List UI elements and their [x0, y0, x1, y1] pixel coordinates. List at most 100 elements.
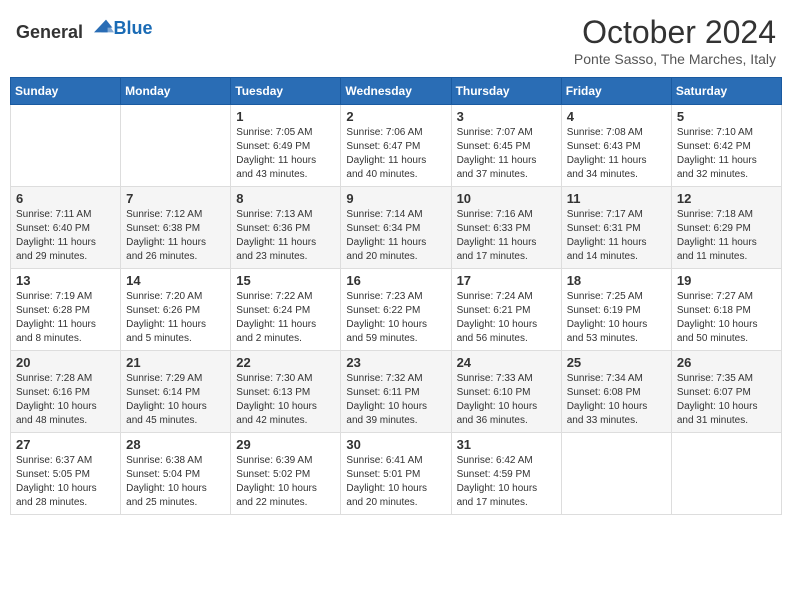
day-info: Sunrise: 7:18 AMSunset: 6:29 PMDaylight:… — [677, 208, 776, 264]
day-info: Sunrise: 7:27 AMSunset: 6:18 PMDaylight:… — [677, 290, 776, 346]
day-number: 20 — [16, 355, 115, 370]
calendar-cell: 22 Sunrise: 7:30 AMSunset: 6:13 PMDayligh… — [231, 351, 341, 433]
calendar-cell: 9 Sunrise: 7:14 AMSunset: 6:34 PMDaylight… — [341, 187, 451, 269]
weekday-header-row: SundayMondayTuesdayWednesdayThursdayFrid… — [11, 78, 782, 105]
location: Ponte Sasso, The Marches, Italy — [574, 51, 776, 67]
day-info: Sunrise: 6:39 AMSunset: 5:02 PMDaylight:… — [236, 454, 335, 510]
calendar-week-row: 6 Sunrise: 7:11 AMSunset: 6:40 PMDaylight… — [11, 187, 782, 269]
month-title: October 2024 — [574, 14, 776, 51]
calendar-cell: 24 Sunrise: 7:33 AMSunset: 6:10 PMDayligh… — [451, 351, 561, 433]
day-info: Sunrise: 7:24 AMSunset: 6:21 PMDaylight:… — [457, 290, 556, 346]
calendar-cell — [121, 105, 231, 187]
day-number: 22 — [236, 355, 335, 370]
day-number: 23 — [346, 355, 445, 370]
day-info: Sunrise: 7:11 AMSunset: 6:40 PMDaylight:… — [16, 208, 115, 264]
day-info: Sunrise: 6:42 AMSunset: 4:59 PMDaylight:… — [457, 454, 556, 510]
day-number: 21 — [126, 355, 225, 370]
day-info: Sunrise: 7:07 AMSunset: 6:45 PMDaylight:… — [457, 126, 556, 182]
calendar-cell: 13Sunrise: 7:19 AMSunset: 6:28 PMDayligh… — [11, 269, 121, 351]
calendar-cell: 6 Sunrise: 7:11 AMSunset: 6:40 PMDaylight… — [11, 187, 121, 269]
calendar-cell: 15 Sunrise: 7:22 AMSunset: 6:24 PMDayligh… — [231, 269, 341, 351]
logo-blue: Blue — [114, 18, 153, 38]
day-info: Sunrise: 7:06 AMSunset: 6:47 PMDaylight:… — [346, 126, 445, 182]
day-number: 2 — [346, 109, 445, 124]
weekday-header: Friday — [561, 78, 671, 105]
page-header: General Blue October 2024 Ponte Sasso, T… — [10, 10, 782, 71]
calendar-cell — [671, 433, 781, 515]
day-number: 25 — [567, 355, 666, 370]
day-number: 1 — [236, 109, 335, 124]
calendar-cell: 11 Sunrise: 7:17 AMSunset: 6:31 PMDayligh… — [561, 187, 671, 269]
weekday-header: Sunday — [11, 78, 121, 105]
day-number: 28 — [126, 437, 225, 452]
day-info: Sunrise: 7:33 AMSunset: 6:10 PMDaylight:… — [457, 372, 556, 428]
day-number: 15 — [236, 273, 335, 288]
day-number: 29 — [236, 437, 335, 452]
calendar-cell: 23Sunrise: 7:32 AMSunset: 6:11 PMDayligh… — [341, 351, 451, 433]
day-number: 6 — [16, 191, 115, 206]
weekday-header: Saturday — [671, 78, 781, 105]
day-number: 10 — [457, 191, 556, 206]
day-number: 9 — [346, 191, 445, 206]
logo-general: General — [16, 22, 83, 42]
calendar-cell — [11, 105, 121, 187]
day-number: 31 — [457, 437, 556, 452]
day-number: 26 — [677, 355, 776, 370]
day-info: Sunrise: 7:25 AMSunset: 6:19 PMDaylight:… — [567, 290, 666, 346]
day-info: Sunrise: 7:13 AMSunset: 6:36 PMDaylight:… — [236, 208, 335, 264]
calendar-cell: 10Sunrise: 7:16 AMSunset: 6:33 PMDayligh… — [451, 187, 561, 269]
logo: General Blue — [16, 14, 153, 43]
calendar-cell: 12 Sunrise: 7:18 AMSunset: 6:29 PMDayligh… — [671, 187, 781, 269]
calendar-cell: 18Sunrise: 7:25 AMSunset: 6:19 PMDayligh… — [561, 269, 671, 351]
day-number: 8 — [236, 191, 335, 206]
calendar-cell: 5Sunrise: 7:10 AMSunset: 6:42 PMDaylight… — [671, 105, 781, 187]
day-info: Sunrise: 7:23 AMSunset: 6:22 PMDaylight:… — [346, 290, 445, 346]
calendar-cell: 3 Sunrise: 7:07 AMSunset: 6:45 PMDaylight… — [451, 105, 561, 187]
day-number: 3 — [457, 109, 556, 124]
calendar-cell: 31 Sunrise: 6:42 AMSunset: 4:59 PMDayligh… — [451, 433, 561, 515]
day-info: Sunrise: 7:30 AMSunset: 6:13 PMDaylight:… — [236, 372, 335, 428]
day-info: Sunrise: 7:29 AMSunset: 6:14 PMDaylight:… — [126, 372, 225, 428]
day-info: Sunrise: 7:35 AMSunset: 6:07 PMDaylight:… — [677, 372, 776, 428]
calendar-cell: 28Sunrise: 6:38 AMSunset: 5:04 PMDayligh… — [121, 433, 231, 515]
day-number: 17 — [457, 273, 556, 288]
weekday-header: Tuesday — [231, 78, 341, 105]
calendar-table: SundayMondayTuesdayWednesdayThursdayFrid… — [10, 77, 782, 515]
weekday-header: Thursday — [451, 78, 561, 105]
day-number: 11 — [567, 191, 666, 206]
day-number: 4 — [567, 109, 666, 124]
day-number: 16 — [346, 273, 445, 288]
calendar-cell: 7Sunrise: 7:12 AMSunset: 6:38 PMDaylight… — [121, 187, 231, 269]
calendar-cell: 1 Sunrise: 7:05 AMSunset: 6:49 PMDaylight… — [231, 105, 341, 187]
weekday-header: Monday — [121, 78, 231, 105]
day-info: Sunrise: 7:34 AMSunset: 6:08 PMDaylight:… — [567, 372, 666, 428]
day-number: 12 — [677, 191, 776, 206]
day-number: 30 — [346, 437, 445, 452]
day-info: Sunrise: 7:22 AMSunset: 6:24 PMDaylight:… — [236, 290, 335, 346]
day-info: Sunrise: 6:37 AMSunset: 5:05 PMDaylight:… — [16, 454, 115, 510]
day-info: Sunrise: 7:05 AMSunset: 6:49 PMDaylight:… — [236, 126, 335, 182]
day-info: Sunrise: 7:17 AMSunset: 6:31 PMDaylight:… — [567, 208, 666, 264]
calendar-cell: 19 Sunrise: 7:27 AMSunset: 6:18 PMDayligh… — [671, 269, 781, 351]
day-info: Sunrise: 6:41 AMSunset: 5:01 PMDaylight:… — [346, 454, 445, 510]
calendar-week-row: 20 Sunrise: 7:28 AMSunset: 6:16 PMDayligh… — [11, 351, 782, 433]
day-info: Sunrise: 7:28 AMSunset: 6:16 PMDaylight:… — [16, 372, 115, 428]
day-info: Sunrise: 7:14 AMSunset: 6:34 PMDaylight:… — [346, 208, 445, 264]
calendar-cell: 29 Sunrise: 6:39 AMSunset: 5:02 PMDayligh… — [231, 433, 341, 515]
logo-icon — [90, 14, 114, 38]
calendar-cell — [561, 433, 671, 515]
weekday-header: Wednesday — [341, 78, 451, 105]
day-info: Sunrise: 7:10 AMSunset: 6:42 PMDaylight:… — [677, 126, 776, 182]
day-number: 14 — [126, 273, 225, 288]
calendar-cell: 27Sunrise: 6:37 AMSunset: 5:05 PMDayligh… — [11, 433, 121, 515]
calendar-cell: 30 Sunrise: 6:41 AMSunset: 5:01 PMDayligh… — [341, 433, 451, 515]
day-info: Sunrise: 7:08 AMSunset: 6:43 PMDaylight:… — [567, 126, 666, 182]
calendar-cell: 8 Sunrise: 7:13 AMSunset: 6:36 PMDaylight… — [231, 187, 341, 269]
day-info: Sunrise: 7:20 AMSunset: 6:26 PMDaylight:… — [126, 290, 225, 346]
day-info: Sunrise: 7:19 AMSunset: 6:28 PMDaylight:… — [16, 290, 115, 346]
day-number: 24 — [457, 355, 556, 370]
calendar-cell: 4 Sunrise: 7:08 AMSunset: 6:43 PMDaylight… — [561, 105, 671, 187]
calendar-cell: 25 Sunrise: 7:34 AMSunset: 6:08 PMDayligh… — [561, 351, 671, 433]
day-number: 7 — [126, 191, 225, 206]
day-number: 19 — [677, 273, 776, 288]
